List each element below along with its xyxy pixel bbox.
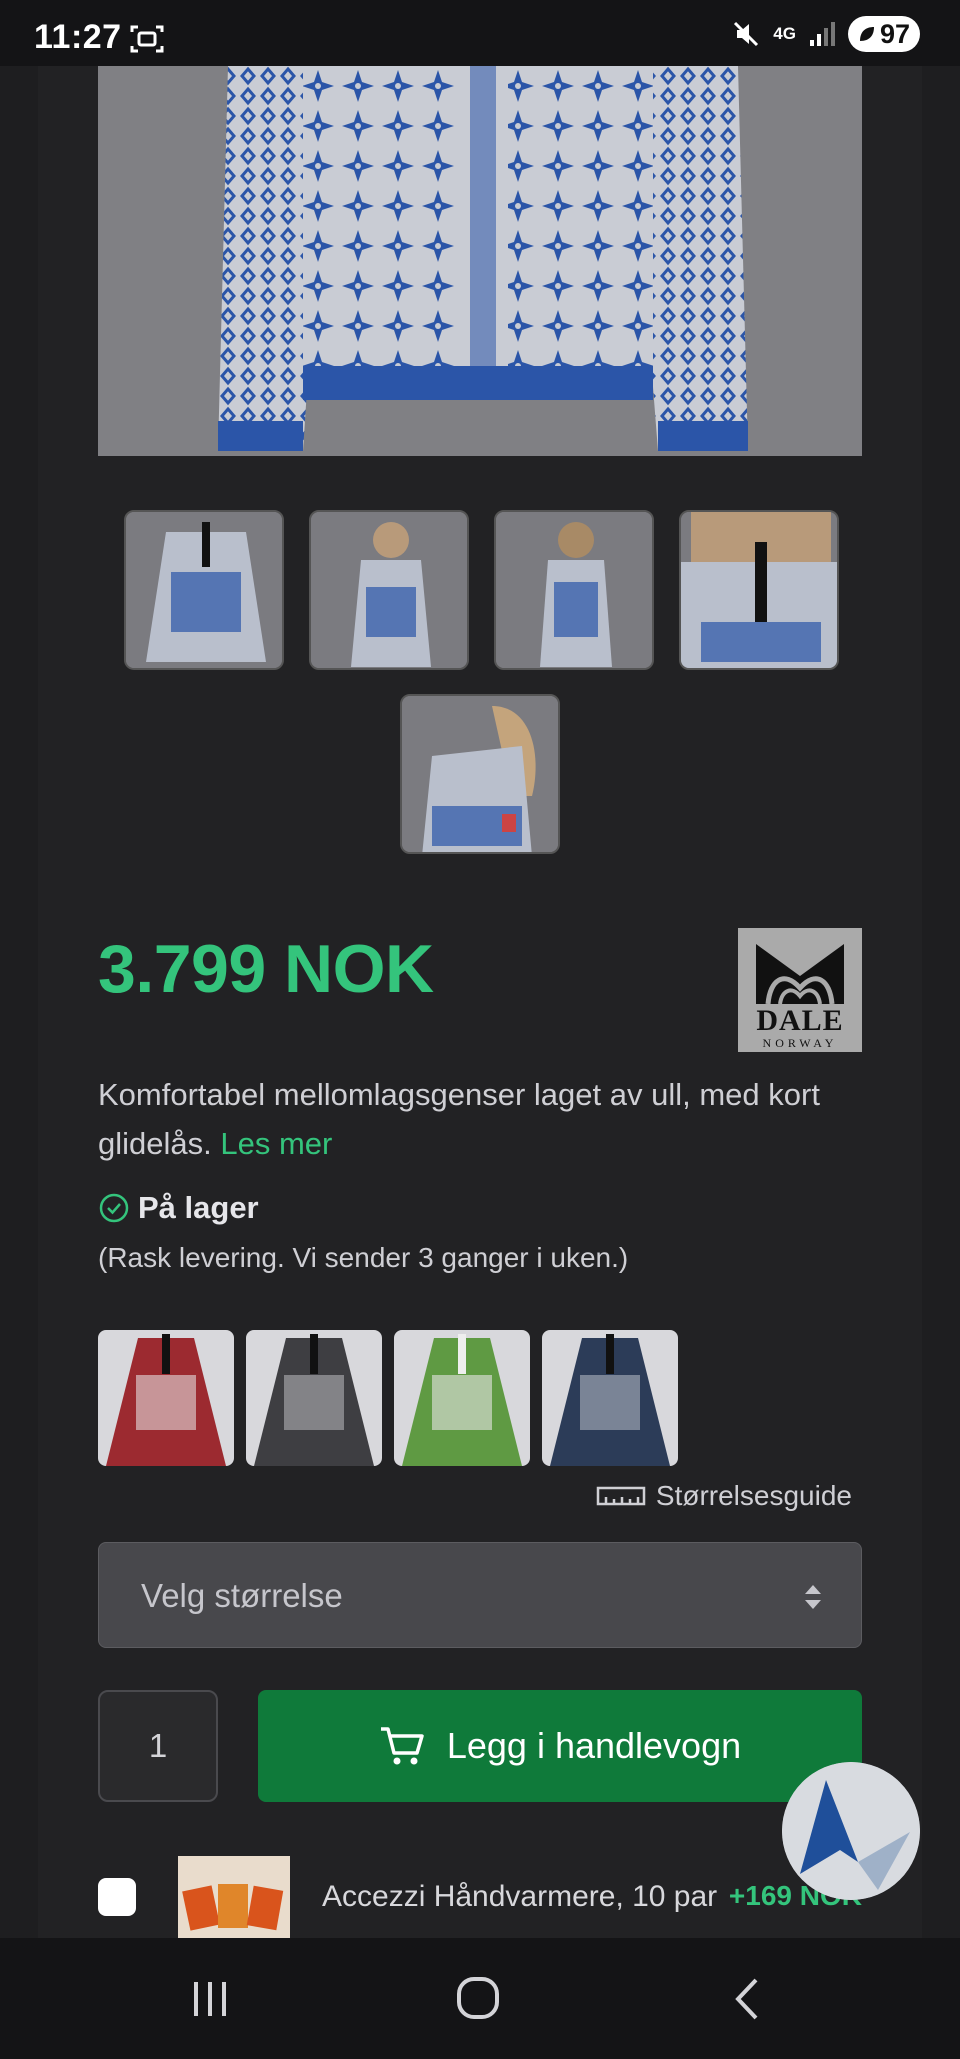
floating-brand-button[interactable]	[782, 1762, 920, 1900]
home-icon[interactable]	[448, 1974, 508, 2024]
network-type: 4G	[773, 24, 796, 43]
addon-label: Accezzi Håndvarmere, 10 par	[322, 1880, 718, 1913]
ruler-icon	[596, 1486, 646, 1506]
brand-name: DALE	[756, 1004, 844, 1037]
product-price: 3.799 NOK	[98, 931, 434, 1007]
select-arrows-icon	[805, 1585, 821, 1609]
mountain-logo-icon	[782, 1762, 920, 1900]
navigation-bar	[0, 1938, 960, 2059]
status-indicators: 4G 97	[731, 16, 920, 52]
add-to-cart-label: Legg i handlevogn	[446, 1725, 742, 1766]
thumbnail-image[interactable]	[400, 694, 560, 854]
stock-status: På lager	[98, 1190, 259, 1226]
addon-item: Accezzi Håndvarmere, 10 par +169 NOK	[98, 1856, 862, 1938]
mute-icon	[734, 21, 759, 47]
stock-label: På lager	[138, 1190, 259, 1225]
battery-level: 97	[879, 18, 910, 49]
thumbnail-image[interactable]	[124, 510, 284, 670]
product-page: 3.799 NOK DALE NORWAY Komfortabel mellom…	[38, 66, 922, 1938]
description-text: Komfortabel mellomlagsgenser laget av ul…	[98, 1077, 820, 1161]
thumbnail-image[interactable]	[309, 510, 469, 670]
battery-indicator: 97	[847, 16, 920, 52]
thumbnail-image[interactable]	[679, 510, 839, 670]
cart-icon	[380, 1727, 424, 1765]
status-time: 11:27	[34, 18, 122, 56]
quantity-input[interactable]: 1	[98, 1690, 218, 1802]
screenshot-icon	[130, 25, 164, 53]
product-main-image[interactable]	[98, 66, 862, 456]
variant-red[interactable]	[98, 1330, 234, 1466]
variant-black[interactable]	[246, 1330, 382, 1466]
brand-logo[interactable]: DALE NORWAY	[738, 928, 862, 1052]
stock-note: (Rask levering. Vi sender 3 ganger i uke…	[98, 1242, 629, 1273]
size-guide-label: Størrelsesguide	[655, 1480, 852, 1511]
back-icon[interactable]	[718, 1974, 778, 2024]
addon-checkbox[interactable]	[98, 1878, 136, 1916]
variant-navy[interactable]	[542, 1330, 678, 1466]
thumbnail-image[interactable]	[494, 510, 654, 670]
product-description: Komfortabel mellomlagsgenser laget av ul…	[98, 1070, 868, 1168]
add-to-cart-button[interactable]: Legg i handlevogn	[258, 1690, 862, 1802]
read-more-link[interactable]: Les mer	[220, 1126, 332, 1161]
status-bar: 11:27 4G 97	[0, 0, 960, 66]
brand-subtitle: NORWAY	[762, 1036, 838, 1050]
addon-image	[178, 1856, 290, 1938]
size-select[interactable]: Velg størrelse	[98, 1542, 862, 1648]
signal-icon	[809, 22, 835, 46]
variant-green[interactable]	[394, 1330, 530, 1466]
battery-saver-icon	[859, 27, 874, 41]
size-select-value: Velg størrelse	[141, 1577, 343, 1614]
size-guide-link[interactable]: Størrelsesguide	[596, 1480, 852, 1512]
recent-apps-icon[interactable]	[180, 1974, 240, 2024]
check-circle-icon	[99, 1193, 129, 1223]
